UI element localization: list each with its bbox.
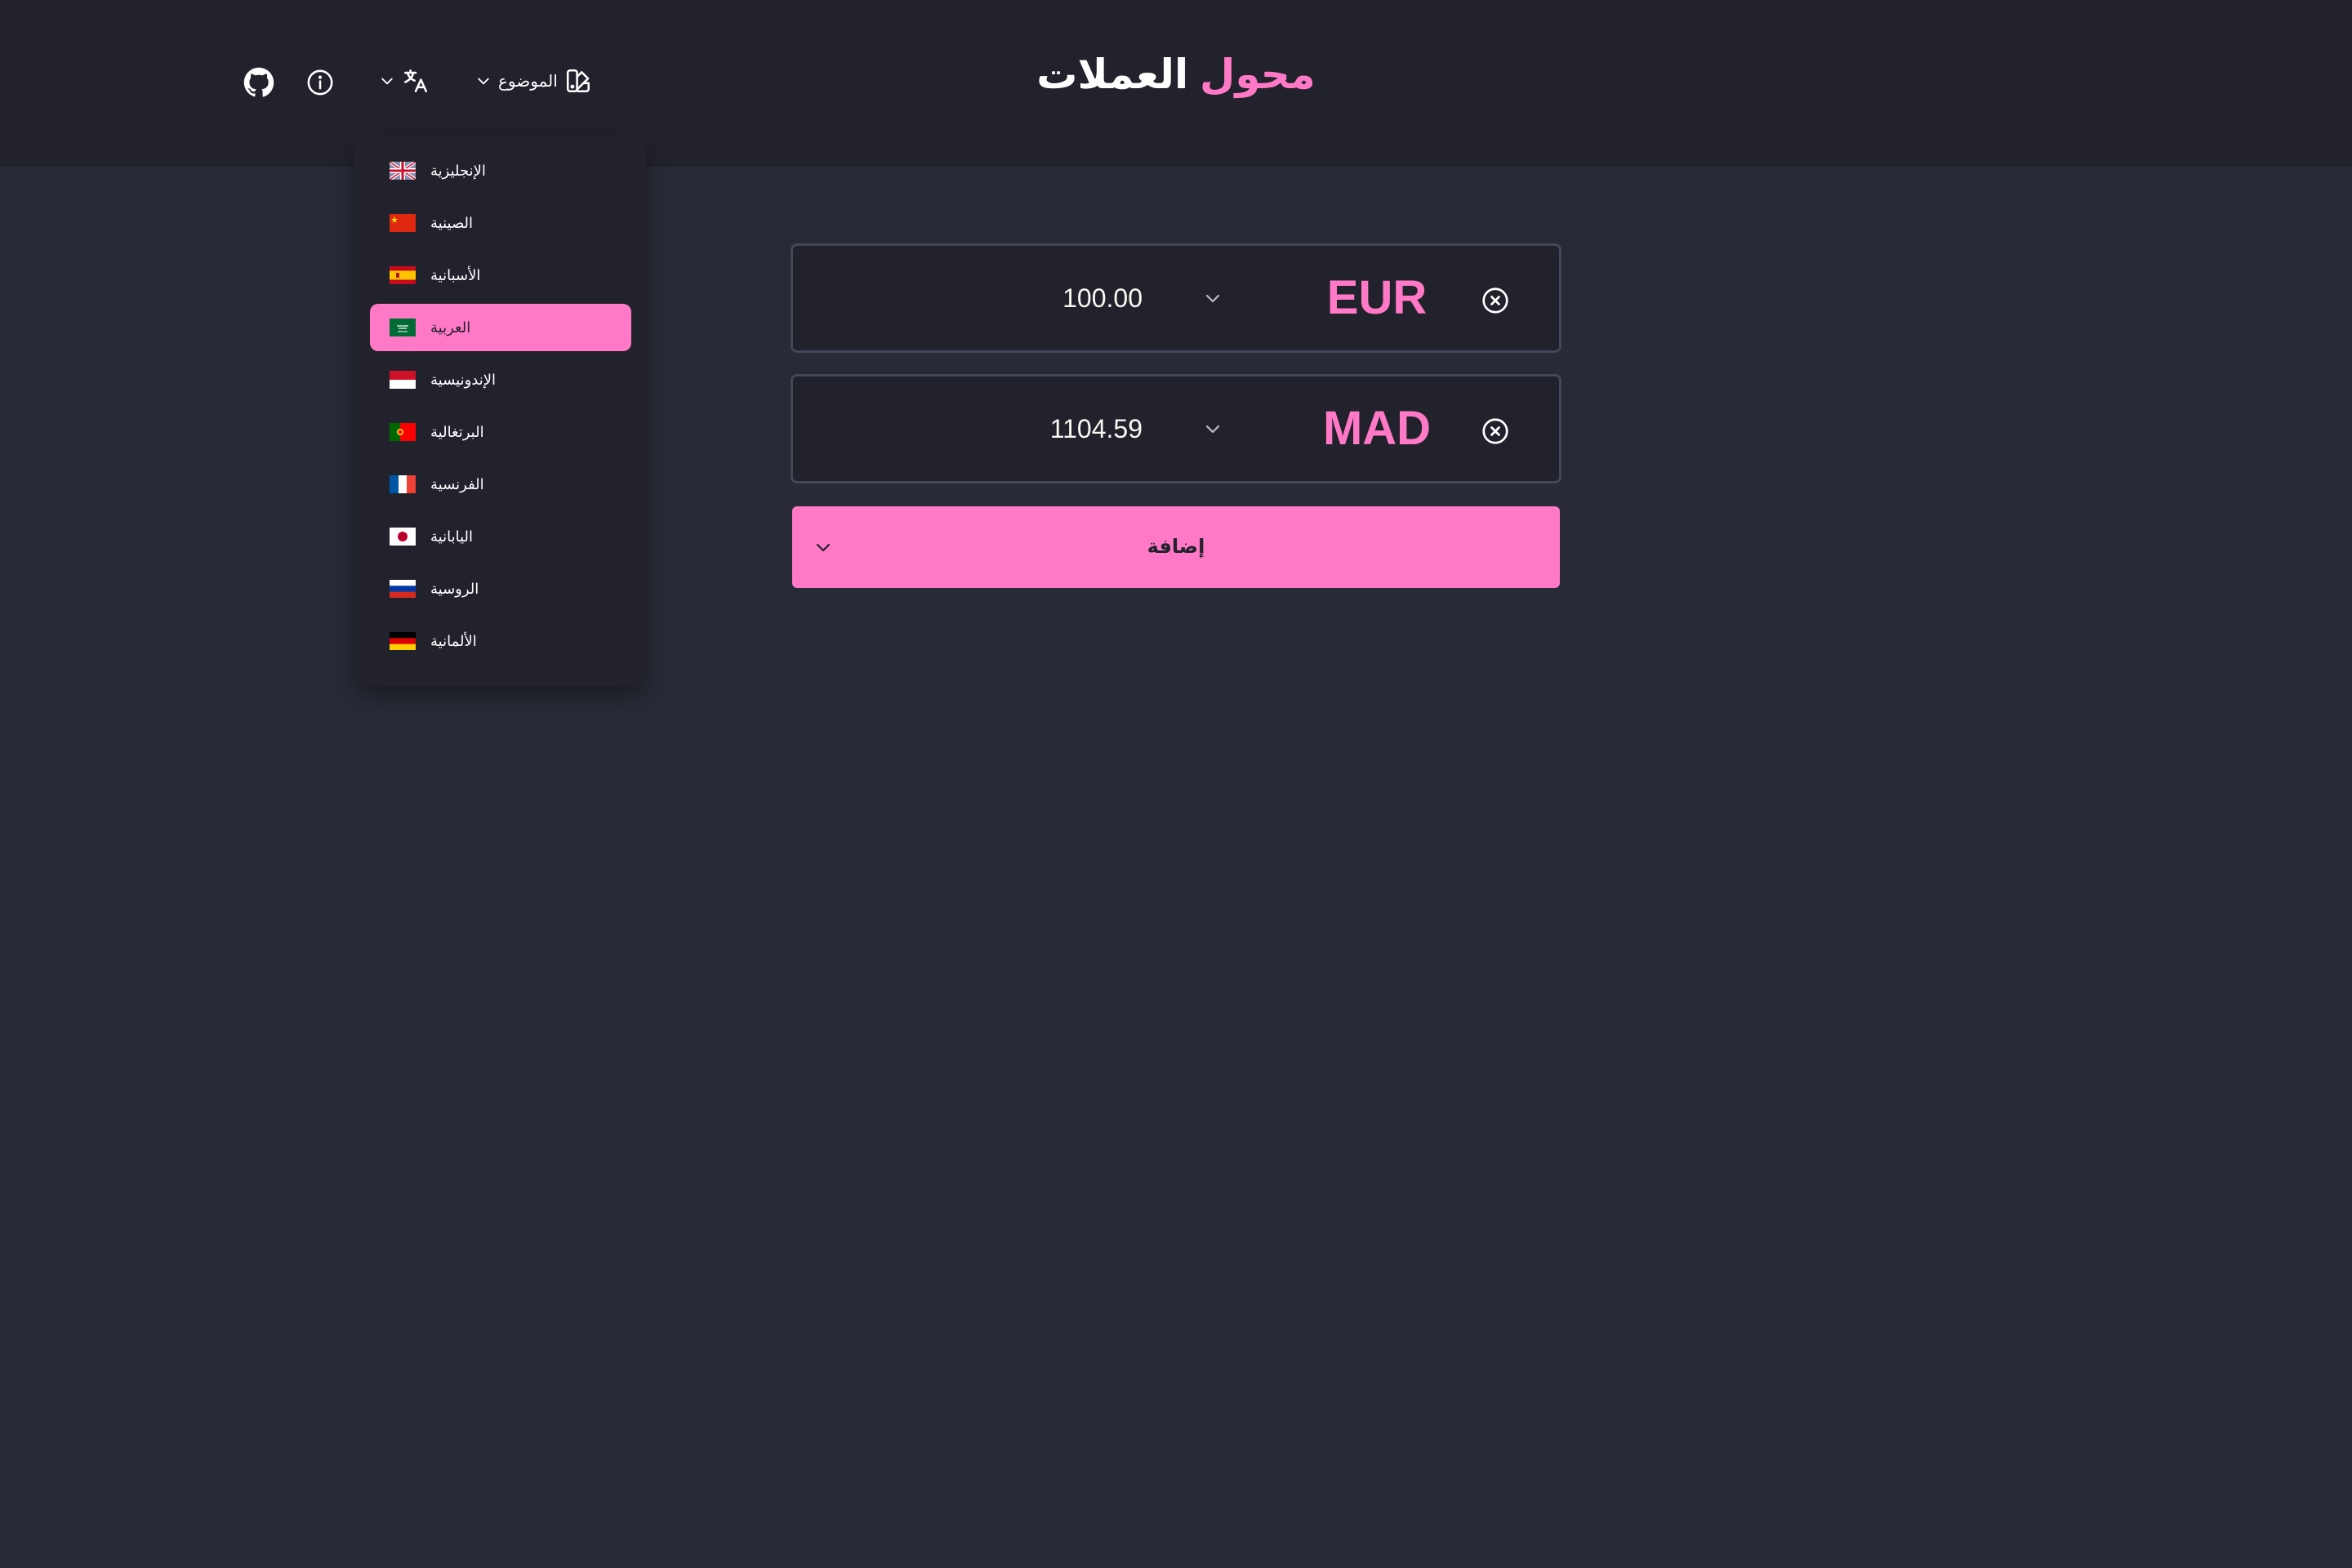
france-flag-icon [390, 475, 416, 493]
add-button-label: إضافة [1147, 536, 1205, 558]
language-item-chinese[interactable]: الصينية [370, 199, 631, 247]
currency-row: 1104.59 MAD [791, 374, 1561, 483]
language-item-french[interactable]: الفرنسية [370, 461, 631, 508]
russia-flag-icon [390, 580, 416, 598]
indonesia-flag-icon [390, 371, 416, 389]
language-label: اليابانية [430, 528, 473, 545]
language-label: الصينية [430, 214, 474, 231]
app-title-rest: العملات [1036, 51, 1189, 97]
palette-icon [566, 69, 590, 93]
chevron-down-icon [478, 78, 489, 85]
theme-label: الموضوع [498, 72, 558, 91]
github-link[interactable] [243, 67, 274, 98]
language-item-arabic[interactable]: العربية [370, 304, 631, 351]
remove-currency-icon[interactable] [1481, 416, 1510, 446]
saudi-flag-icon [390, 318, 416, 336]
info-button[interactable] [306, 69, 334, 96]
app-title: محول العملات [0, 46, 2352, 103]
app-header: محول العملات الموضوع [0, 0, 2352, 167]
language-label: الألمانية [430, 632, 477, 649]
language-item-portuguese[interactable]: البرتغالية [370, 408, 631, 456]
language-label: العربية [430, 318, 471, 336]
app-title-accent: محول [1200, 51, 1316, 97]
remove-currency-icon[interactable] [1481, 286, 1510, 315]
currency-row: 100.00 EUR [791, 243, 1561, 353]
language-menu: الإنجليزية الصينية الأسبانية العربية الإ… [354, 137, 647, 686]
germany-flag-icon [390, 632, 416, 650]
language-selector[interactable] [379, 67, 430, 95]
language-label: الإندونيسية [430, 371, 496, 388]
translate-icon [403, 69, 428, 93]
language-item-german[interactable]: الألمانية [370, 617, 631, 665]
add-currency-button[interactable]: إضافة [792, 506, 1560, 588]
language-item-english[interactable]: الإنجليزية [370, 147, 631, 194]
language-label: البرتغالية [430, 423, 484, 440]
currency-code[interactable]: MAD [1275, 376, 1479, 481]
amount-input[interactable]: 1104.59 [865, 376, 1143, 481]
language-label: الروسية [430, 580, 479, 597]
theme-selector[interactable]: الموضوع [475, 67, 592, 95]
language-label: الإنجليزية [430, 162, 486, 179]
language-label: الفرنسية [430, 475, 484, 492]
portugal-flag-icon [390, 423, 416, 441]
chevron-down-icon [381, 78, 393, 85]
github-icon [243, 67, 274, 97]
language-label: الأسبانية [430, 266, 481, 283]
currency-code[interactable]: EUR [1275, 246, 1479, 350]
info-icon [307, 69, 333, 96]
amount-input[interactable]: 100.00 [865, 246, 1143, 350]
spain-flag-icon [390, 266, 416, 284]
uk-flag-icon [390, 162, 416, 180]
language-item-indonesian[interactable]: الإندونيسية [370, 356, 631, 403]
language-item-russian[interactable]: الروسية [370, 565, 631, 612]
china-flag-icon [390, 214, 416, 232]
language-item-spanish[interactable]: الأسبانية [370, 252, 631, 299]
chevron-down-icon[interactable] [1203, 419, 1223, 439]
japan-flag-icon [390, 528, 416, 546]
chevron-down-icon[interactable] [1203, 288, 1223, 308]
language-item-japanese[interactable]: اليابانية [370, 513, 631, 560]
